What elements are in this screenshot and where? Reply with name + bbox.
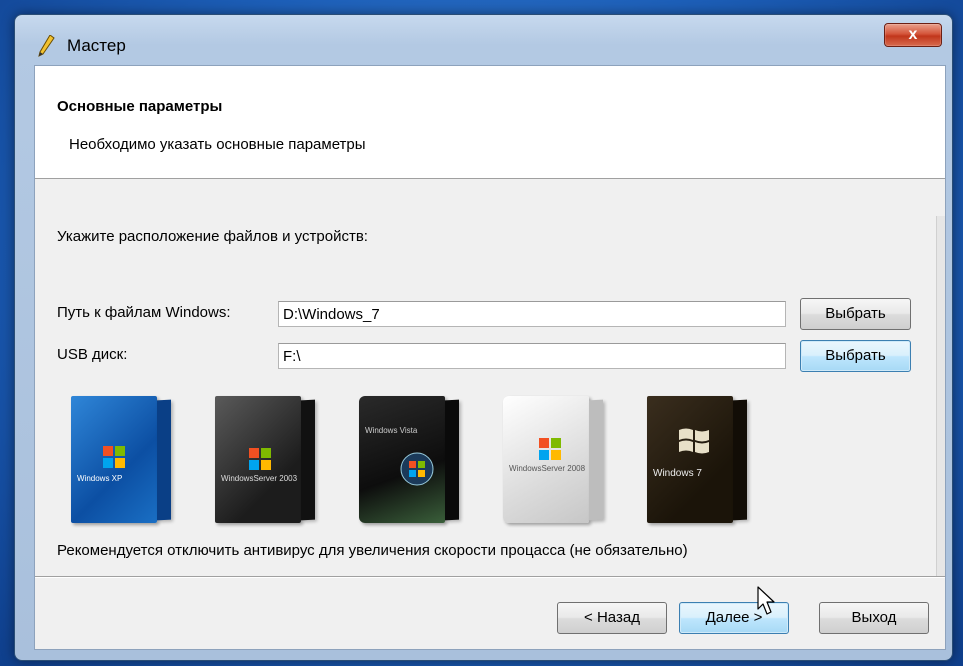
- mouse-cursor-icon: [757, 586, 775, 615]
- windows-server-2003-box: WindowsServer 2003: [215, 396, 319, 531]
- footer-divider: [35, 576, 945, 578]
- usb-disk-input[interactable]: [278, 343, 786, 369]
- windows-flag-icon: [539, 438, 561, 460]
- browse-usb-disk-button[interactable]: Выбрать: [800, 340, 911, 372]
- windows-7-logo-icon: [679, 428, 709, 454]
- window-title: Мастер: [67, 36, 126, 55]
- exit-button[interactable]: Выход: [819, 602, 929, 634]
- close-button[interactable]: x: [884, 23, 942, 47]
- windows-path-label: Путь к файлам Windows:: [57, 304, 231, 321]
- windows-vista-box: Windows Vista: [359, 396, 463, 531]
- wizard-client-area: Основные параметры Необходимо указать ос…: [34, 65, 946, 650]
- windows-box-images: Windows XP WindowsServer 2003 Windows Vi…: [71, 396, 771, 531]
- usb-disk-label: USB диск:: [57, 346, 128, 363]
- box-caption: Windows Vista: [365, 426, 418, 435]
- box-caption: Windows XP: [77, 474, 123, 483]
- page-title: Основные параметры: [57, 98, 223, 115]
- box-caption: WindowsServer 2003: [221, 474, 298, 483]
- box-caption: Windows 7: [653, 468, 702, 479]
- vertical-scrollbar[interactable]: [936, 216, 945, 576]
- windows-orb-icon: [400, 452, 434, 486]
- header-panel: Основные параметры Необходимо указать ос…: [35, 66, 945, 179]
- close-icon: x: [908, 26, 918, 43]
- box-caption: WindowsServer 2008: [509, 464, 586, 473]
- pencil-icon: [38, 35, 55, 57]
- browse-windows-path-button[interactable]: Выбрать: [800, 298, 911, 330]
- wizard-window: Мастер x Основные параметры Необходимо у…: [14, 14, 953, 661]
- location-prompt: Укажите расположение файлов и устройств:: [57, 228, 368, 245]
- windows-path-input[interactable]: [278, 301, 786, 327]
- antivirus-note: Рекомендуется отключить антивирус для ув…: [57, 542, 688, 559]
- windows-xp-box: Windows XP: [71, 396, 175, 531]
- back-button[interactable]: < Назад: [557, 602, 667, 634]
- title-bar[interactable]: Мастер x: [15, 15, 952, 65]
- windows-server-2008-box: WindowsServer 2008: [503, 396, 607, 531]
- windows-flag-icon: [103, 446, 125, 468]
- page-subtitle: Необходимо указать основные параметры: [69, 136, 366, 153]
- windows-flag-icon: [249, 448, 271, 470]
- windows-7-box: Windows 7: [647, 396, 751, 531]
